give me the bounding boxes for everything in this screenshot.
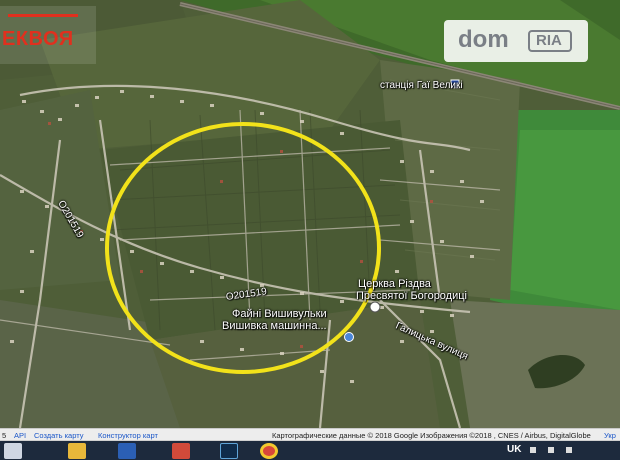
lang-link[interactable]: Укр: [604, 431, 616, 440]
logo-roof-icon: [8, 14, 78, 26]
poi-label-line2[interactable]: Вишивка машинна...: [222, 320, 327, 332]
tray-icon[interactable]: [566, 447, 572, 453]
create-map-link[interactable]: Создать карту: [34, 431, 83, 440]
church-label-line2[interactable]: Пресвятої Богородиці: [356, 290, 467, 302]
tray-icon[interactable]: [548, 447, 554, 453]
taskbar: UK: [0, 440, 620, 460]
chrome-icon[interactable]: [260, 443, 278, 459]
map-data-credit: Картографические данные © 2018 Google Из…: [272, 431, 591, 440]
folder-icon[interactable]: [68, 443, 86, 459]
agency-name: ЕКВОЯ: [2, 28, 74, 50]
agency-logo: ЕКВОЯ: [0, 6, 96, 64]
dom-ria-dom-text: dom: [458, 26, 509, 53]
church-label-line1[interactable]: Церква Різдва: [358, 278, 431, 290]
satellite-map[interactable]: ЕКВОЯ dom RIA станція Гаї Великі O201519…: [0, 0, 620, 428]
station-label[interactable]: станція Гаї Великі: [380, 80, 463, 91]
windows-icon[interactable]: [4, 443, 22, 459]
attrib-number: 5: [2, 431, 7, 440]
constructor-link[interactable]: Конструктор карт: [98, 431, 158, 440]
language-indicator[interactable]: UK: [507, 444, 521, 455]
dom-ria-watermark: dom RIA: [444, 20, 588, 62]
tray-icon[interactable]: [530, 447, 536, 453]
app-icon[interactable]: [172, 443, 190, 459]
word-icon[interactable]: [118, 443, 136, 459]
map-attribution-bar: 5 API Создать карту Конструктор карт Кар…: [0, 428, 620, 440]
api-link[interactable]: API: [14, 431, 26, 440]
poi-label-line1[interactable]: Файні Вишивульки: [232, 308, 327, 320]
lightroom-icon[interactable]: [220, 443, 238, 459]
satellite-imagery: [0, 0, 620, 428]
dom-ria-ria-text: RIA: [536, 32, 562, 49]
poi-marker-icon[interactable]: [344, 332, 354, 342]
